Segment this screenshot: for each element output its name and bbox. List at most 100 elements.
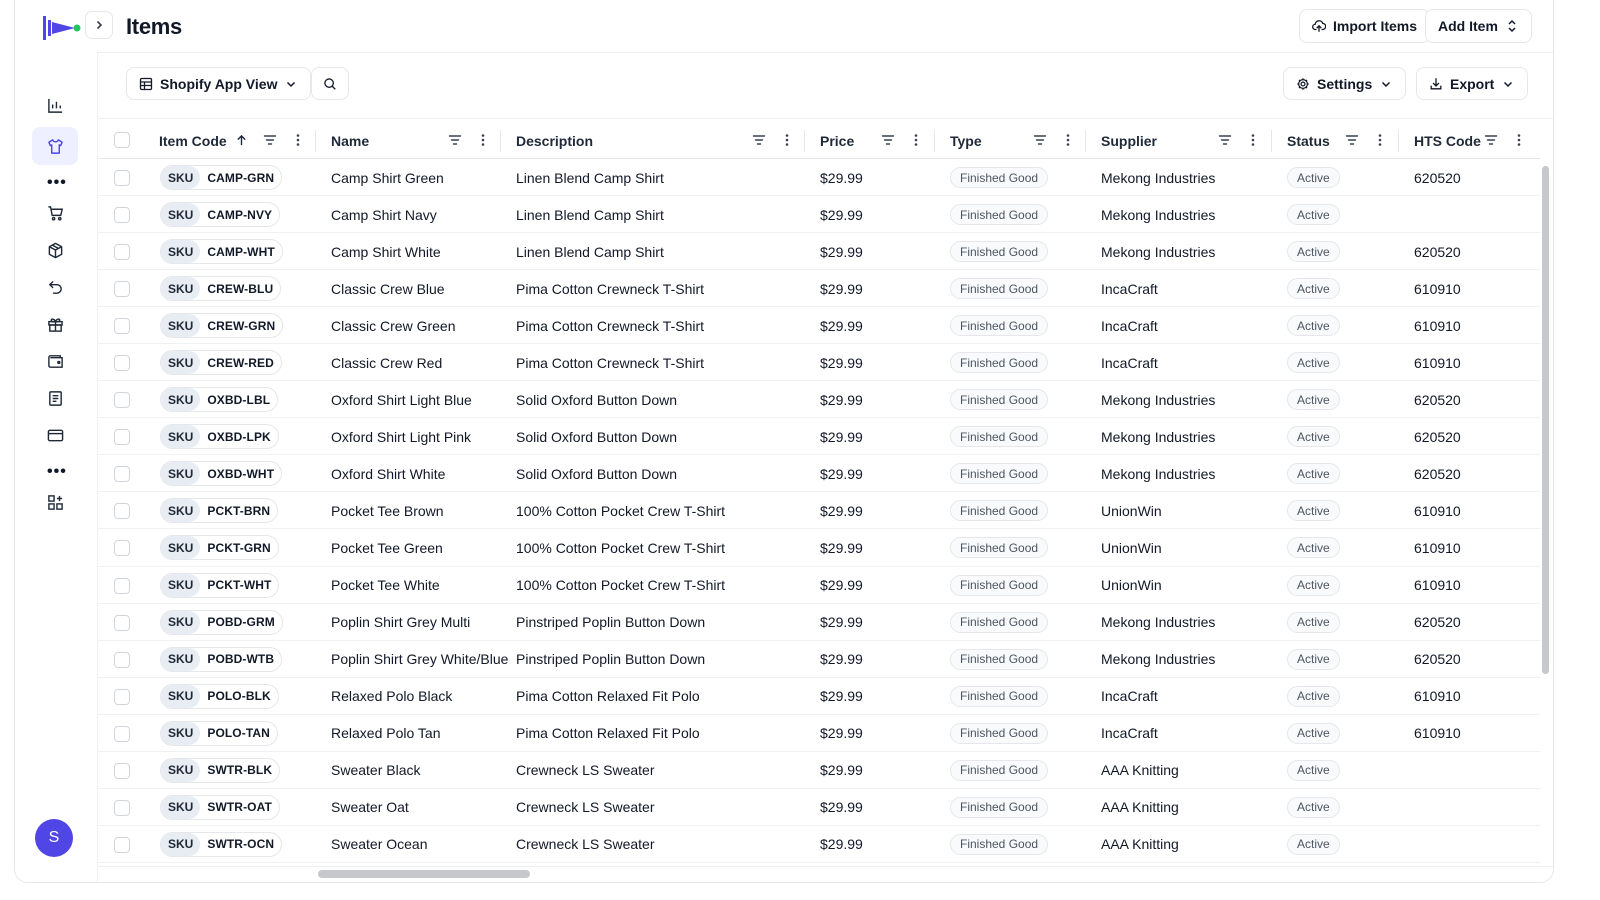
return-icon[interactable] bbox=[39, 271, 71, 303]
table-row[interactable]: SKU PCKT-BRN Pocket Tee Brown 100% Cotton P… bbox=[98, 492, 1540, 530]
type-badge: Finished Good bbox=[950, 463, 1049, 485]
gift-icon[interactable] bbox=[39, 308, 71, 340]
box-icon[interactable] bbox=[39, 234, 71, 266]
column-menu-icon[interactable] bbox=[909, 133, 923, 150]
filter-icon[interactable] bbox=[448, 133, 462, 150]
table-row[interactable]: SKU CREW-BLU Classic Crew Blue Pima Cotton … bbox=[98, 270, 1540, 308]
table-row[interactable]: SKU POBD-WTB Poplin Shirt Grey White/Blue P… bbox=[98, 641, 1540, 678]
type-badge: Finished Good bbox=[950, 315, 1049, 337]
column-menu-icon[interactable] bbox=[291, 133, 305, 150]
column-header-status[interactable]: Status bbox=[1287, 122, 1330, 159]
table-row[interactable]: SKU SWTR-OAT Sweater Oat Crewneck LS Sweate… bbox=[98, 789, 1540, 826]
filter-icon[interactable] bbox=[1484, 133, 1498, 150]
row-checkbox[interactable] bbox=[114, 392, 130, 409]
row-checkbox[interactable] bbox=[114, 577, 130, 594]
avatar[interactable]: S bbox=[35, 819, 73, 857]
filter-icon[interactable] bbox=[1033, 133, 1047, 150]
table-row[interactable]: SKU SWTR-OCN Sweater Ocean Crewneck LS Swea… bbox=[98, 826, 1540, 863]
column-menu-icon[interactable] bbox=[1246, 133, 1260, 150]
row-checkbox[interactable] bbox=[114, 466, 130, 483]
row-checkbox[interactable] bbox=[114, 725, 130, 742]
item-price: $29.99 bbox=[820, 354, 863, 371]
filter-icon[interactable] bbox=[263, 133, 277, 150]
document-icon[interactable] bbox=[39, 382, 71, 414]
status-badge: Active bbox=[1287, 500, 1340, 522]
row-checkbox[interactable] bbox=[114, 614, 130, 631]
table-row[interactable]: SKU CAMP-NVY Camp Shirt Navy Linen Blend Ca… bbox=[98, 196, 1540, 234]
sort-ascending-icon[interactable] bbox=[235, 134, 248, 147]
column-tools bbox=[1218, 133, 1260, 150]
table-row[interactable]: SKU SWTR-BLK Sweater Black Crewneck LS Swea… bbox=[98, 752, 1540, 789]
item-price: $29.99 bbox=[820, 428, 863, 445]
table-row[interactable]: SKU CREW-GRN Classic Crew Green Pima Cotton… bbox=[98, 307, 1540, 345]
logo[interactable] bbox=[41, 14, 83, 42]
row-checkbox[interactable] bbox=[114, 540, 130, 557]
horizontal-scrollbar[interactable] bbox=[318, 870, 530, 878]
column-menu-icon[interactable] bbox=[1512, 133, 1526, 150]
column-menu-icon[interactable] bbox=[1373, 133, 1387, 150]
row-checkbox[interactable] bbox=[114, 688, 130, 705]
row-checkbox[interactable] bbox=[114, 503, 130, 520]
table-row[interactable]: SKU POLO-BLK Relaxed Polo Black Pima Cotton… bbox=[98, 678, 1540, 715]
row-checkbox[interactable] bbox=[114, 799, 130, 816]
row-checkbox[interactable] bbox=[114, 318, 130, 335]
item-status: Active bbox=[1287, 307, 1340, 344]
column-menu-icon[interactable] bbox=[1061, 133, 1075, 150]
table-row[interactable]: SKU CREW-RED Classic Crew Red Pima Cotton C… bbox=[98, 344, 1540, 382]
column-header-name[interactable]: Name bbox=[331, 122, 369, 159]
type-badge: Finished Good bbox=[950, 241, 1049, 263]
filter-icon[interactable] bbox=[1345, 133, 1359, 150]
row-checkbox[interactable] bbox=[114, 207, 130, 224]
view-selector[interactable]: Shopify App View bbox=[126, 67, 312, 100]
column-header-hts[interactable]: HTS Code bbox=[1414, 122, 1481, 159]
column-header-supplier[interactable]: Supplier bbox=[1101, 122, 1157, 159]
apps-icon[interactable] bbox=[39, 486, 71, 518]
chart-icon[interactable] bbox=[39, 89, 71, 121]
table-row[interactable]: SKU CAMP-GRN Camp Shirt Green Linen Blend C… bbox=[98, 159, 1540, 197]
row-checkbox[interactable] bbox=[114, 281, 130, 298]
shirt-icon[interactable] bbox=[32, 127, 78, 165]
row-checkbox[interactable] bbox=[114, 355, 130, 372]
card-icon[interactable] bbox=[39, 419, 71, 451]
export-label: Export bbox=[1450, 75, 1495, 92]
item-description: Solid Oxford Button Down bbox=[516, 391, 678, 408]
column-header-price[interactable]: Price bbox=[820, 122, 854, 159]
row-checkbox[interactable] bbox=[114, 651, 130, 668]
item-type: Finished Good bbox=[950, 715, 1049, 752]
table-row[interactable]: SKU POLO-TAN Relaxed Polo Tan Pima Cotton R… bbox=[98, 715, 1540, 752]
table-row[interactable]: SKU POBD-GRM Poplin Shirt Grey Multi Pinstr… bbox=[98, 604, 1540, 641]
filter-icon[interactable] bbox=[881, 133, 895, 150]
row-checkbox[interactable] bbox=[114, 429, 130, 446]
expand-sidebar-button[interactable] bbox=[85, 11, 113, 39]
column-menu-icon[interactable] bbox=[476, 133, 490, 150]
more-icon[interactable]: ••• bbox=[47, 464, 67, 480]
table-row[interactable]: SKU PCKT-WHT Pocket Tee White 100% Cotton P… bbox=[98, 567, 1540, 604]
add-item-button[interactable]: Add Item bbox=[1425, 9, 1532, 43]
column-header-desc[interactable]: Description bbox=[516, 122, 593, 159]
row-checkbox[interactable] bbox=[114, 170, 130, 186]
row-checkbox[interactable] bbox=[114, 244, 130, 261]
import-items-button[interactable]: Import Items bbox=[1299, 9, 1431, 43]
column-header-code[interactable]: Item Code bbox=[159, 122, 248, 159]
table-row[interactable]: SKU CAMP-WHT Camp Shirt White Linen Blend C… bbox=[98, 233, 1540, 271]
cart-icon[interactable] bbox=[39, 197, 71, 229]
settings-button[interactable]: Settings bbox=[1283, 67, 1407, 100]
column-menu-icon[interactable] bbox=[780, 133, 794, 150]
wallet-icon[interactable] bbox=[39, 345, 71, 377]
table-row[interactable]: SKU OXBD-WHT Oxford Shirt White Solid Oxfor… bbox=[98, 455, 1540, 493]
filter-icon[interactable] bbox=[1218, 133, 1232, 150]
row-checkbox[interactable] bbox=[114, 762, 130, 779]
table-row[interactable]: SKU OXBD-LBL Oxford Shirt Light Blue Solid … bbox=[98, 381, 1540, 419]
filter-icon[interactable] bbox=[752, 133, 766, 150]
table-row[interactable]: SKU OXBD-LPK Oxford Shirt Light Pink Solid … bbox=[98, 418, 1540, 456]
column-header-type[interactable]: Type bbox=[950, 122, 982, 159]
search-button[interactable] bbox=[311, 67, 349, 100]
item-status: Active bbox=[1287, 567, 1340, 604]
more-icon[interactable]: ••• bbox=[47, 175, 67, 191]
column-tools bbox=[752, 133, 794, 150]
select-all-checkbox[interactable] bbox=[114, 132, 130, 148]
vertical-scrollbar[interactable] bbox=[1542, 166, 1549, 674]
table-row[interactable]: SKU PCKT-GRN Pocket Tee Green 100% Cotton P… bbox=[98, 529, 1540, 567]
row-checkbox[interactable] bbox=[114, 836, 130, 853]
export-button[interactable]: Export bbox=[1416, 67, 1529, 100]
